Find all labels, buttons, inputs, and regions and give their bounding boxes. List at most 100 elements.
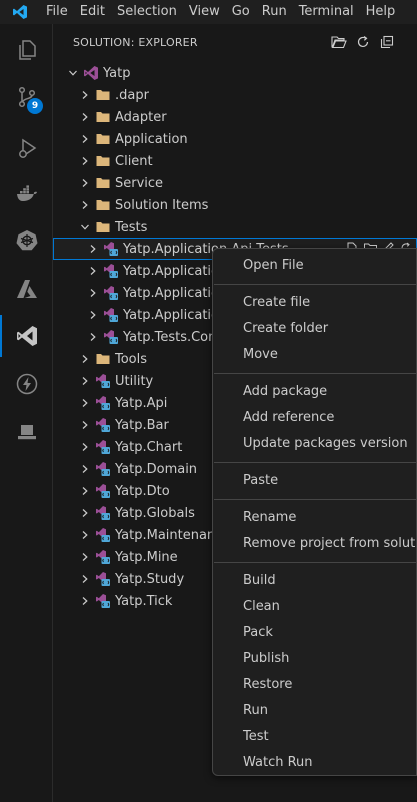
chevron-right-icon[interactable] — [77, 131, 93, 147]
chevron-right-icon[interactable] — [77, 439, 93, 455]
chevron-right-icon[interactable] — [77, 527, 93, 543]
menu-item-edit[interactable]: Edit — [74, 0, 111, 24]
tree-item-label: Yatp.Tick — [115, 593, 173, 609]
chevron-down-icon[interactable] — [65, 65, 81, 81]
menu-item-paste[interactable]: Paste — [213, 468, 416, 494]
tree-item-solution-items[interactable]: Solution Items — [53, 194, 417, 216]
context-menu-separator — [214, 562, 416, 563]
menu-item-pack[interactable]: Pack — [213, 620, 416, 646]
menu-item-rename[interactable]: Rename — [213, 505, 416, 531]
chevron-right-icon[interactable] — [77, 351, 93, 367]
menu-item-test[interactable]: Test — [213, 724, 416, 750]
chevron-right-icon[interactable] — [77, 395, 93, 411]
tree-item-label: Yatp.Chart — [115, 439, 183, 455]
solution-icon — [83, 65, 99, 81]
sidebar-actions — [331, 34, 395, 50]
tree-item-application[interactable]: Application — [53, 128, 417, 150]
thunder-client-icon[interactable] — [0, 361, 53, 407]
chevron-right-icon[interactable] — [77, 153, 93, 169]
menu-item-run[interactable]: Run — [213, 698, 416, 724]
solution-explorer-icon[interactable] — [0, 313, 53, 359]
chevron-right-icon[interactable] — [77, 571, 93, 587]
tree-item-label: Yatp — [103, 65, 131, 81]
chevron-right-icon[interactable] — [77, 417, 93, 433]
chevron-right-icon[interactable] — [77, 461, 93, 477]
menu-item-add-package[interactable]: Add package — [213, 379, 416, 405]
menu-item-publish[interactable]: Publish — [213, 646, 416, 672]
chevron-right-icon[interactable] — [77, 197, 93, 213]
tree-item-adapter[interactable]: Adapter — [53, 106, 417, 128]
menu-item-create-folder[interactable]: Create folder — [213, 316, 416, 342]
tree-item-label: Solution Items — [115, 197, 209, 213]
azure-icon[interactable] — [0, 266, 53, 312]
tree-item-label: Service — [115, 175, 164, 191]
menu-item-selection[interactable]: Selection — [111, 0, 183, 24]
tree-item-label: Tools — [115, 351, 148, 367]
menu-item-terminal[interactable]: Terminal — [293, 0, 360, 24]
tree-item-label: Yatp.Api — [115, 395, 168, 411]
tree-item-label: Application — [115, 131, 188, 147]
menu-item-go[interactable]: Go — [226, 0, 256, 24]
tree-item-label: Yatp.Study — [115, 571, 185, 587]
menu-item-run[interactable]: Run — [256, 0, 293, 24]
chevron-right-icon[interactable] — [85, 263, 101, 279]
explorer-icon[interactable] — [0, 27, 53, 73]
menu-item-watch-run[interactable]: Watch Run — [213, 750, 416, 775]
remote-explorer-icon[interactable] — [0, 410, 53, 456]
csharp-project-icon — [95, 483, 111, 499]
csharp-project-icon — [103, 285, 119, 301]
csharp-project-icon — [103, 329, 119, 345]
menu-item-remove-project-from-solution[interactable]: Remove project from solution — [213, 531, 416, 557]
folder-icon — [95, 153, 111, 169]
chevron-right-icon[interactable] — [77, 593, 93, 609]
chevron-right-icon[interactable] — [77, 549, 93, 565]
csharp-project-icon — [103, 263, 119, 279]
menu-item-help[interactable]: Help — [360, 0, 402, 24]
menu-item-file[interactable]: File — [40, 0, 74, 24]
chevron-right-icon[interactable] — [77, 109, 93, 125]
menu-bar: File Edit Selection View Go Run Terminal Help — [40, 0, 401, 24]
chevron-right-icon[interactable] — [77, 373, 93, 389]
tree-item-tests[interactable]: Tests — [53, 216, 417, 238]
chevron-right-icon[interactable] — [77, 87, 93, 103]
tree-item-yatp[interactable]: Yatp — [53, 62, 417, 84]
menu-item-restore[interactable]: Restore — [213, 672, 416, 698]
context-menu-separator — [214, 462, 416, 463]
chevron-right-icon[interactable] — [77, 483, 93, 499]
context-menu-separator — [214, 499, 416, 500]
tree-item-label: .dapr — [115, 87, 149, 103]
collapse-all-icon[interactable] — [379, 34, 395, 50]
source-control-icon[interactable]: 9 — [0, 74, 53, 120]
menu-item-build[interactable]: Build — [213, 568, 416, 594]
chevron-right-icon[interactable] — [85, 307, 101, 323]
menu-item-create-file[interactable]: Create file — [213, 290, 416, 316]
csharp-project-icon — [95, 395, 111, 411]
activity-bar: 9 — [0, 24, 53, 802]
csharp-project-icon — [95, 527, 111, 543]
source-control-badge: 9 — [27, 98, 43, 114]
docker-icon[interactable] — [0, 171, 53, 217]
csharp-project-icon — [95, 593, 111, 609]
tree-item-label: Yatp.Bar — [115, 417, 169, 433]
chevron-right-icon[interactable] — [77, 505, 93, 521]
chevron-right-icon[interactable] — [85, 329, 101, 345]
menu-item-open-file[interactable]: Open File — [213, 253, 416, 279]
menu-item-add-reference[interactable]: Add reference — [213, 405, 416, 431]
csharp-project-icon — [95, 549, 111, 565]
run-debug-icon[interactable] — [0, 126, 53, 172]
menu-item-move[interactable]: Move — [213, 342, 416, 368]
open-folder-icon[interactable] — [331, 34, 347, 50]
refresh-icon[interactable] — [355, 34, 371, 50]
chevron-down-icon[interactable] — [77, 219, 93, 235]
menu-item-update-packages-version[interactable]: Update packages version — [213, 431, 416, 457]
tree-item-client[interactable]: Client — [53, 150, 417, 172]
tree-item-service[interactable]: Service — [53, 172, 417, 194]
folder-icon — [95, 131, 111, 147]
tree-item-dapr[interactable]: .dapr — [53, 84, 417, 106]
chevron-right-icon[interactable] — [77, 175, 93, 191]
chevron-right-icon[interactable] — [85, 241, 101, 257]
kubernetes-icon[interactable] — [0, 217, 53, 263]
menu-item-clean[interactable]: Clean — [213, 594, 416, 620]
menu-item-view[interactable]: View — [183, 0, 226, 24]
chevron-right-icon[interactable] — [85, 285, 101, 301]
